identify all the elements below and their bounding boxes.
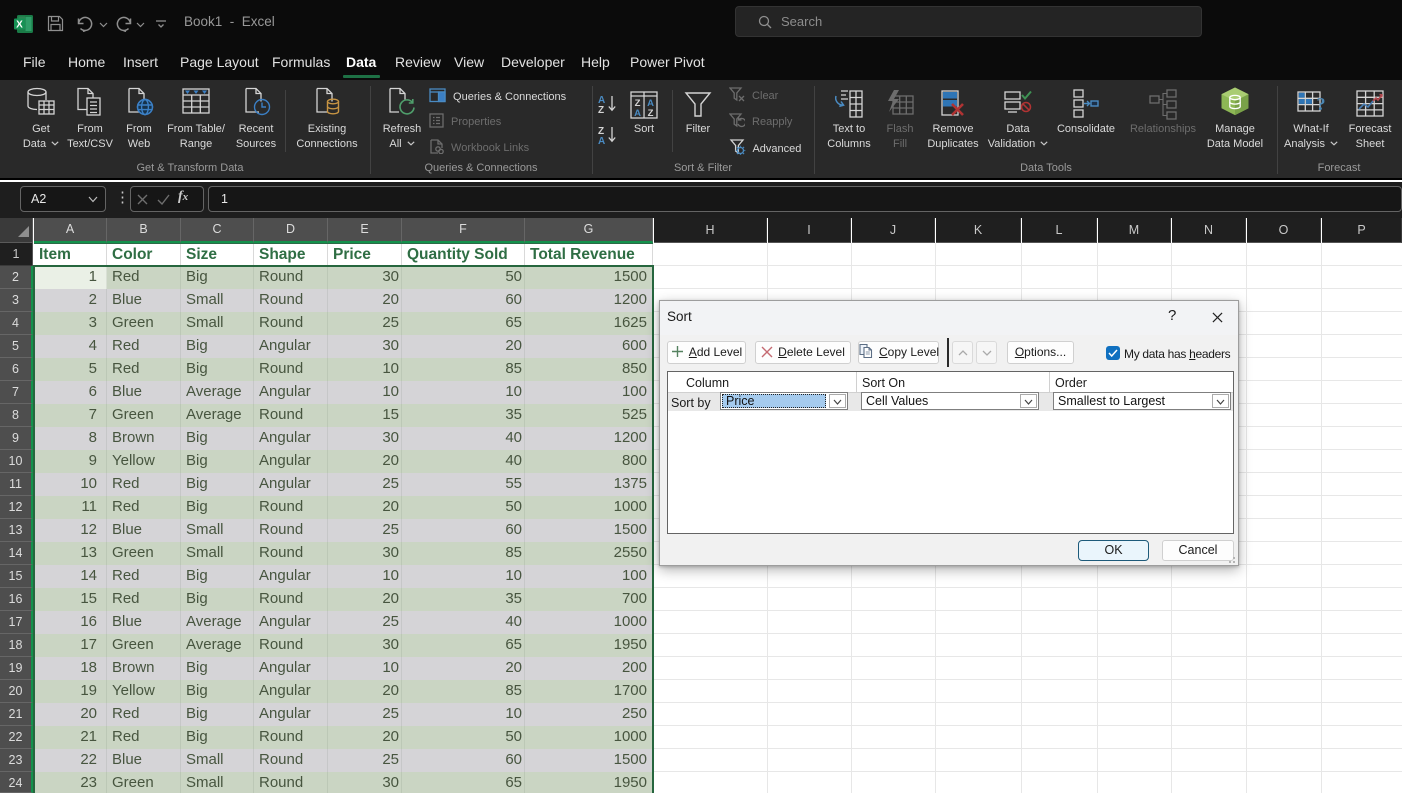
svg-text:X: X xyxy=(16,20,23,31)
